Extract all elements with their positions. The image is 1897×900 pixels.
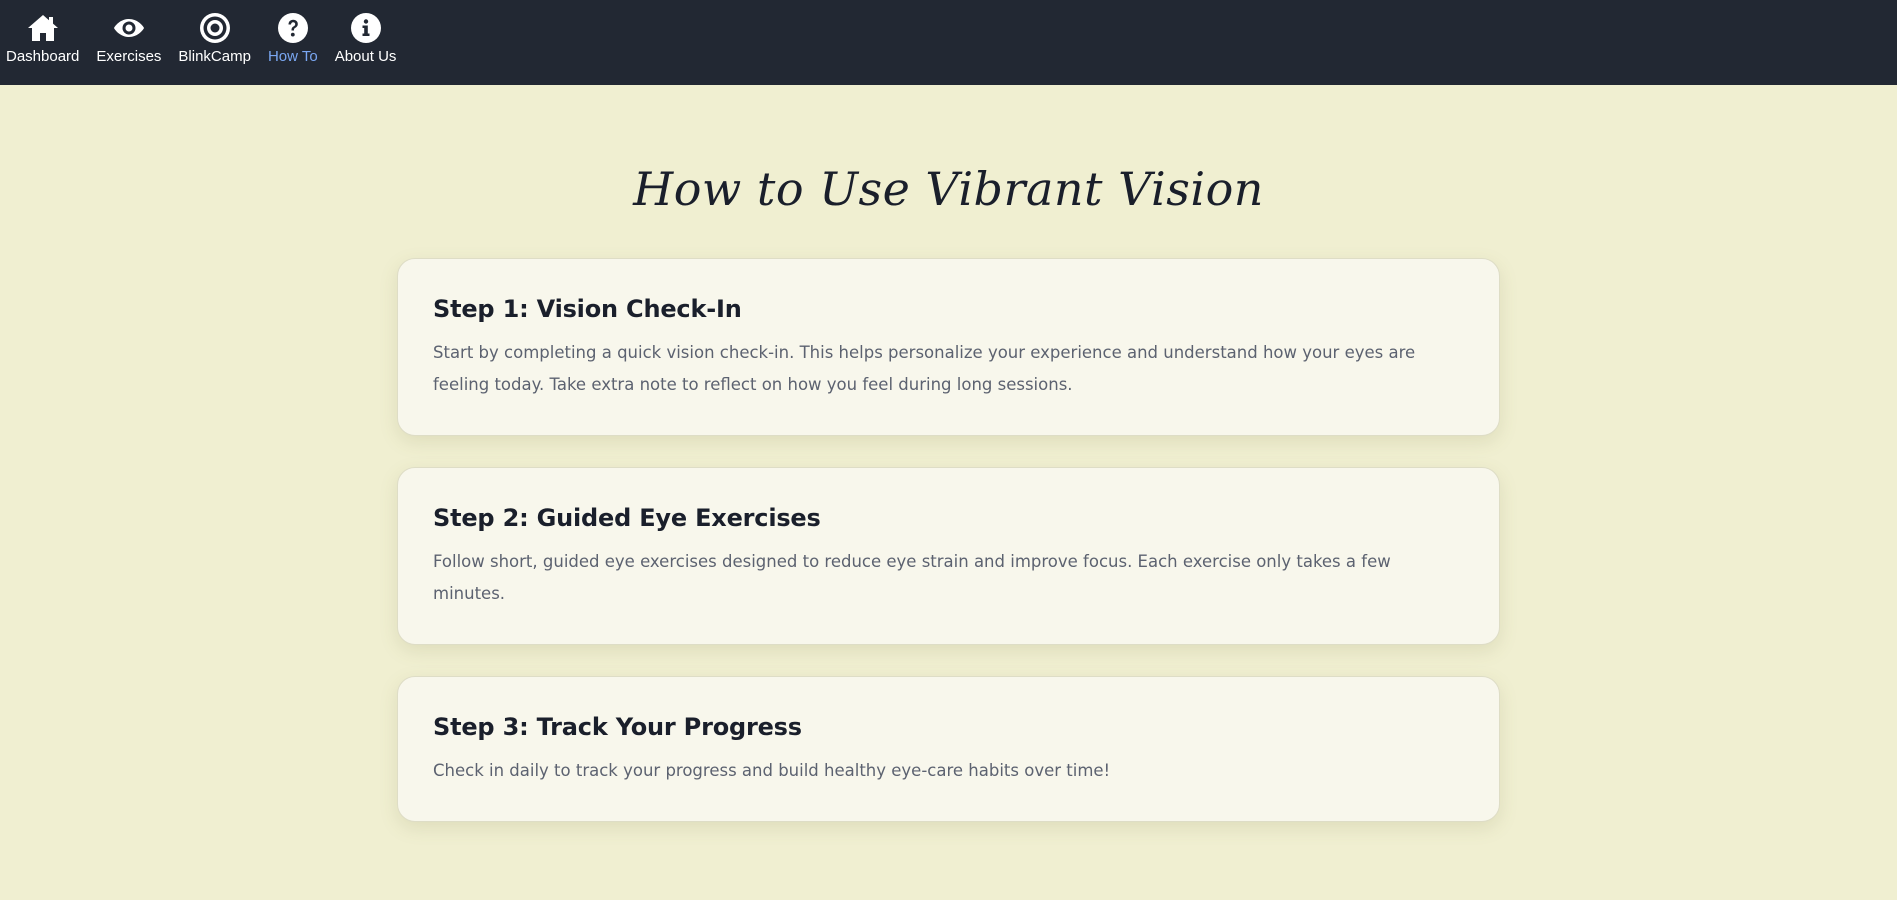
main-content: How to Use Vibrant Vision Step 1: Vision… <box>0 85 1897 853</box>
step-card-3: Step 3: Track Your Progress Check in dai… <box>397 676 1500 822</box>
nav-dashboard-label: Dashboard <box>6 48 80 65</box>
info-circle-icon <box>349 11 383 45</box>
step-title: Step 1: Vision Check-In <box>433 295 742 323</box>
nav-about-us-label: About Us <box>334 48 397 65</box>
step-description: Follow short, guided eye exercises desig… <box>433 552 1391 603</box>
nav-about-us[interactable]: About Us <box>334 11 397 65</box>
step-description: Start by completing a quick vision check… <box>433 343 1416 394</box>
home-icon <box>26 11 60 45</box>
steps-list: Step 1: Vision Check-In Start by complet… <box>397 258 1500 853</box>
target-icon <box>198 11 232 45</box>
top-navbar: Dashboard Exercises BlinkCamp How To Abo… <box>0 0 1897 85</box>
nav-blinkcamp[interactable]: BlinkCamp <box>178 11 251 65</box>
nav-exercises[interactable]: Exercises <box>96 11 161 65</box>
page-title: How to Use Vibrant Vision <box>633 162 1264 216</box>
step-title: Step 3: Track Your Progress <box>433 713 802 741</box>
eye-icon <box>112 11 146 45</box>
step-title: Step 2: Guided Eye Exercises <box>433 504 821 532</box>
step-card-1: Step 1: Vision Check-In Start by complet… <box>397 258 1500 436</box>
nav-how-to-label: How To <box>267 48 318 65</box>
question-circle-icon <box>276 11 310 45</box>
nav-exercises-label: Exercises <box>96 48 162 65</box>
nav-blinkcamp-label: BlinkCamp <box>178 48 251 65</box>
step-description: Check in daily to track your progress an… <box>433 761 1111 780</box>
nav-how-to[interactable]: How To <box>268 11 318 65</box>
step-card-2: Step 2: Guided Eye Exercises Follow shor… <box>397 467 1500 645</box>
nav-dashboard[interactable]: Dashboard <box>6 11 79 65</box>
